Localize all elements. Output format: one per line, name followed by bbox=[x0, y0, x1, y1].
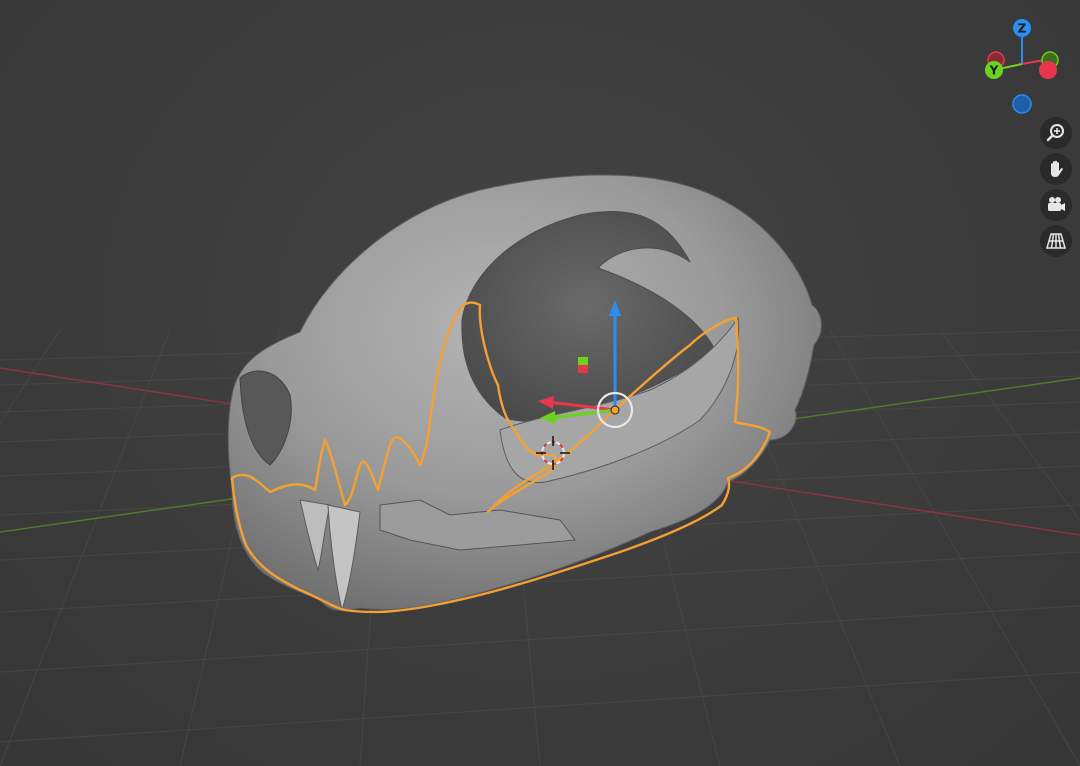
gizmo-y-label: Y bbox=[989, 64, 999, 78]
camera-icon bbox=[1048, 197, 1065, 211]
3d-viewport[interactable]: Y Z bbox=[0, 0, 1080, 766]
axis-navigation-gizmo[interactable]: Y Z bbox=[985, 19, 1059, 114]
hand-icon bbox=[1051, 160, 1063, 177]
zoom-button[interactable] bbox=[1040, 117, 1072, 149]
gizmo-neg-z-icon bbox=[1012, 94, 1032, 114]
camera-view-button[interactable] bbox=[1040, 189, 1072, 221]
gizmo-z-label: Z bbox=[1018, 22, 1027, 36]
skull-mesh[interactable] bbox=[227, 174, 822, 612]
gizmo-x-icon bbox=[1039, 61, 1057, 79]
viewport-scene[interactable]: Y Z bbox=[0, 0, 1080, 766]
pan-button[interactable] bbox=[1040, 153, 1072, 185]
perspective-toggle-button[interactable] bbox=[1040, 225, 1072, 257]
gizmo-plane-handle bbox=[578, 357, 588, 365]
object-origin bbox=[610, 405, 620, 415]
magnifier-plus-icon bbox=[1046, 124, 1064, 142]
grid-icon bbox=[1046, 233, 1066, 249]
